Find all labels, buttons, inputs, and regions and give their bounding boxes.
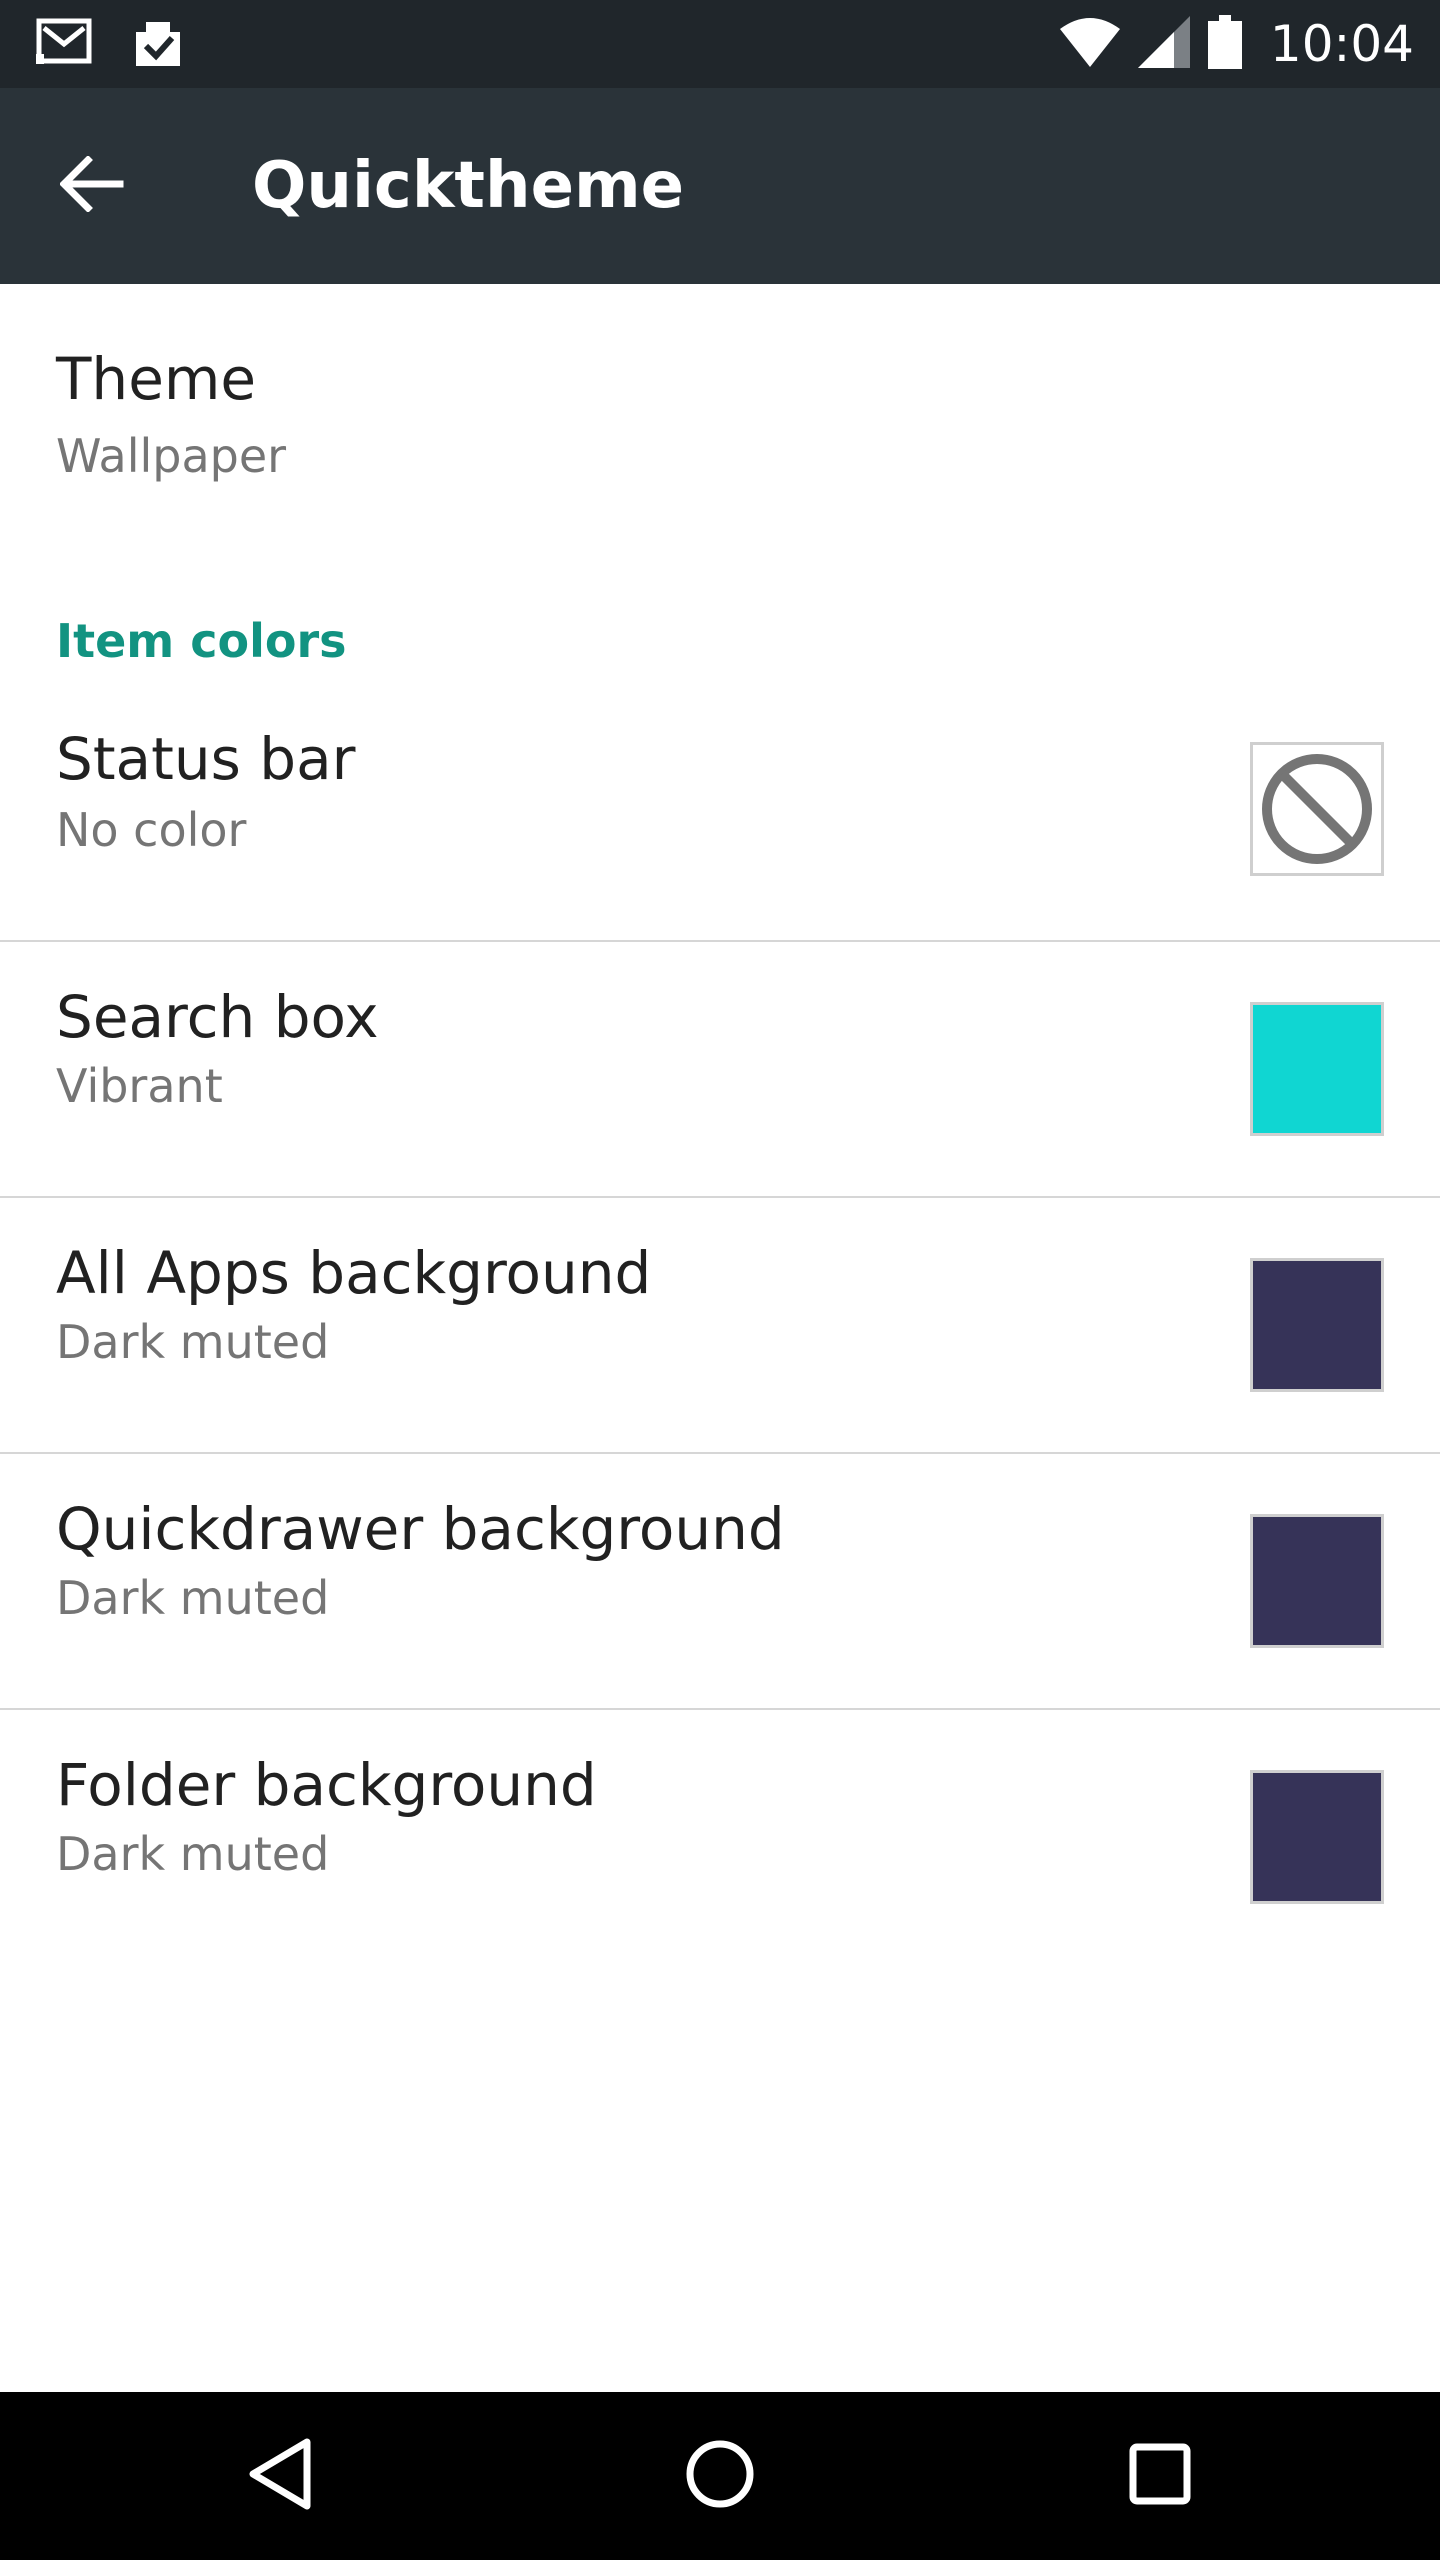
pref-quickdrawer-background-title: Quickdrawer background	[56, 1495, 785, 1563]
status-bar-color-swatch[interactable]	[1250, 742, 1384, 876]
nav-home-button[interactable]	[670, 2426, 770, 2526]
pref-all-apps-background-summary: Dark muted	[56, 1315, 330, 1369]
gmail-icon	[36, 18, 92, 74]
app-title: Quicktheme	[252, 149, 685, 223]
home-circle-icon	[684, 2438, 756, 2514]
pref-search-box-title: Search box	[56, 983, 379, 1051]
category-label: Item colors	[56, 614, 347, 668]
quickdrawer-background-color-swatch[interactable]	[1250, 1514, 1384, 1648]
battery-icon	[1207, 15, 1242, 73]
all-apps-background-color-swatch[interactable]	[1250, 1258, 1384, 1392]
pref-folder-background-summary: Dark muted	[56, 1827, 330, 1881]
settings-list: Theme Wallpaper Item colors Status bar N…	[0, 284, 1440, 1964]
pref-theme-title: Theme	[56, 345, 257, 413]
nav-back-button[interactable]	[230, 2426, 330, 2526]
no-color-icon	[1253, 745, 1381, 873]
pref-status-bar-title: Status bar	[56, 725, 356, 793]
inbox-check-icon	[132, 18, 184, 74]
recents-square-icon	[1128, 2442, 1192, 2510]
pref-theme[interactable]: Theme Wallpaper	[0, 284, 1440, 584]
pref-folder-background[interactable]: Folder background Dark muted	[0, 1710, 1440, 1964]
pref-folder-background-title: Folder background	[56, 1751, 597, 1819]
pref-all-apps-background[interactable]: All Apps background Dark muted	[0, 1198, 1440, 1454]
pref-quickdrawer-background[interactable]: Quickdrawer background Dark muted	[0, 1454, 1440, 1710]
pref-search-box-summary: Vibrant	[56, 1059, 223, 1113]
search-box-color-swatch[interactable]	[1250, 1002, 1384, 1136]
pref-search-box[interactable]: Search box Vibrant	[0, 942, 1440, 1198]
back-triangle-icon	[245, 2436, 315, 2516]
wifi-icon	[1059, 17, 1120, 71]
signal-icon	[1137, 16, 1190, 72]
pref-status-bar-summary: No color	[56, 803, 247, 857]
pref-theme-summary: Wallpaper	[56, 429, 287, 483]
pref-all-apps-background-title: All Apps background	[56, 1239, 652, 1307]
app-bar: Quicktheme	[0, 88, 1440, 284]
pref-status-bar[interactable]: Status bar No color	[0, 694, 1440, 942]
navigation-bar	[0, 2392, 1440, 2560]
status-clock: 10:04	[1269, 15, 1414, 73]
pref-quickdrawer-background-summary: Dark muted	[56, 1571, 330, 1625]
back-button[interactable]	[44, 138, 140, 234]
status-bar: 10:04	[0, 0, 1440, 88]
folder-background-color-swatch[interactable]	[1250, 1770, 1384, 1904]
category-item-colors: Item colors	[0, 584, 1440, 694]
nav-recents-button[interactable]	[1110, 2426, 1210, 2526]
arrow-back-icon	[59, 155, 124, 216]
